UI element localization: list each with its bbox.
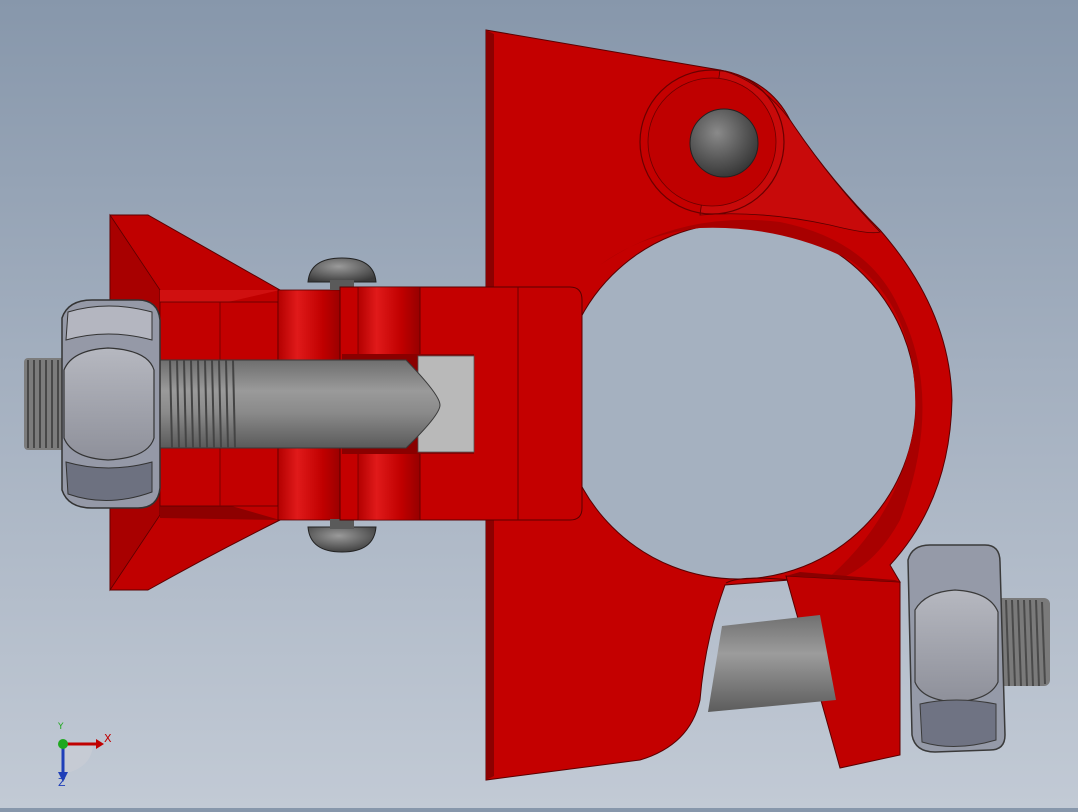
left-nut-flat-bottom (65, 461, 153, 501)
lower-bolt[interactable] (708, 615, 836, 712)
triad-quadrant (63, 744, 93, 774)
x-axis-label: X (104, 732, 112, 745)
top-rivet[interactable] (307, 257, 377, 283)
model-view[interactable] (0, 0, 1078, 808)
left-nut-face (63, 347, 155, 461)
lower-nut-face (914, 589, 999, 703)
y-axis-label: Y (58, 722, 64, 732)
z-axis-label: Z (58, 776, 66, 789)
lower-bolt-shaft[interactable] (708, 615, 836, 712)
bolt-shaft[interactable] (159, 359, 441, 449)
y-axis-dot (58, 739, 68, 749)
hinge-pin[interactable] (689, 108, 759, 178)
tube-hole (559, 222, 917, 580)
lower-nut-flat-bottom (919, 699, 997, 748)
graphics-viewport[interactable]: X Y Z (0, 0, 1078, 808)
x-axis-arrow (96, 739, 104, 749)
reference-triad: X Y Z (48, 722, 118, 790)
main-bolt[interactable] (159, 354, 475, 454)
left-nut-assembly[interactable] (24, 299, 161, 509)
lower-nut-assembly[interactable] (907, 544, 1050, 753)
bottom-rivet[interactable] (307, 526, 377, 553)
